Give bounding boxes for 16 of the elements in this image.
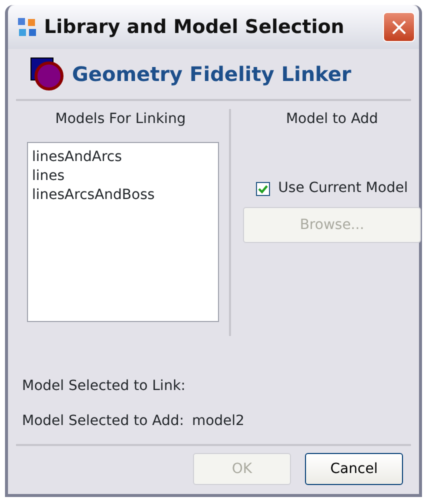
logo-icon xyxy=(30,57,64,91)
app-icon xyxy=(16,16,38,38)
status-label: Model Selected to Add: xyxy=(22,412,184,431)
window-title: Library and Model Selection xyxy=(44,14,346,40)
status-value: model2 xyxy=(192,412,244,431)
list-item[interactable]: linesAndArcs xyxy=(32,148,214,167)
list-item[interactable]: lines xyxy=(32,167,214,186)
checkbox-label: Use Current Model xyxy=(278,179,408,198)
checkbox[interactable] xyxy=(256,182,270,196)
app-title: Geometry Fidelity Linker xyxy=(72,61,352,88)
section-heading: Models For Linking xyxy=(55,110,186,129)
dialog-button[interactable]: Cancel xyxy=(305,453,403,485)
status-label: Model Selected to Link: xyxy=(22,378,186,394)
section-heading: Model to Add xyxy=(286,110,378,129)
list-item[interactable]: linesArcsAndBoss xyxy=(32,186,214,205)
close-button[interactable]: × xyxy=(383,12,415,42)
